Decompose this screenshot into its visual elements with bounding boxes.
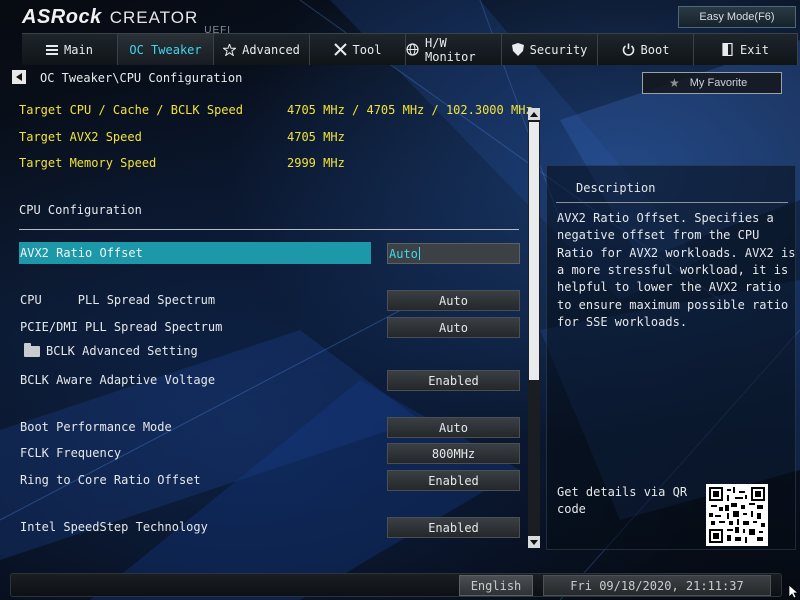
qr-caption-line: code bbox=[557, 502, 586, 516]
back-button[interactable] bbox=[12, 70, 26, 84]
breadcrumb: OC Tweaker\CPU Configuration bbox=[40, 71, 243, 85]
tab-security-label: Security bbox=[529, 42, 588, 57]
description-line: for SSE workloads. bbox=[557, 315, 688, 329]
list-icon bbox=[46, 44, 59, 55]
main-tab-bar: Main OC Tweaker Advanced Tool H/W Monito… bbox=[22, 33, 798, 65]
text-caret bbox=[418, 247, 420, 260]
tab-hw-monitor-label: H/W Monitor bbox=[425, 35, 476, 64]
my-favorite-button[interactable]: ★ My Favorite bbox=[642, 72, 782, 94]
boot-performance-mode-select[interactable]: Auto bbox=[387, 417, 520, 438]
description-line: helpful to lower the AVX2 ratio bbox=[557, 280, 781, 294]
date-time-display: Fri 09/18/2020, 21:11:37 bbox=[543, 575, 771, 596]
folder-icon bbox=[24, 343, 40, 357]
mouse-pointer-icon bbox=[788, 584, 799, 600]
star-icon bbox=[223, 43, 237, 56]
target-cpu-label: Target CPU / Cache / BCLK Speed bbox=[19, 103, 243, 117]
qr-caption-line: Get details via QR bbox=[557, 485, 688, 499]
intel-speedstep-select[interactable]: Enabled bbox=[387, 517, 520, 538]
tab-boot[interactable]: Boot bbox=[598, 34, 694, 65]
bclk-advanced-setting-link[interactable]: BCLK Advanced Setting bbox=[46, 344, 198, 358]
tab-main-label: Main bbox=[64, 42, 93, 57]
description-title: Description bbox=[576, 181, 656, 195]
tab-exit[interactable]: Exit bbox=[694, 34, 798, 65]
language-button[interactable]: English bbox=[459, 575, 533, 596]
option-speedstep-label[interactable]: Intel SpeedStep Technology bbox=[20, 520, 208, 534]
option-bclk-aware-label[interactable]: BCLK Aware Adaptive Voltage bbox=[20, 373, 215, 387]
option-fclk-frequency-label[interactable]: FCLK Frequency bbox=[20, 446, 121, 460]
favorite-star-icon: ★ bbox=[669, 76, 680, 90]
option-ring-to-core-label[interactable]: Ring to Core Ratio Offset bbox=[20, 473, 201, 487]
tab-oc-tweaker[interactable]: OC Tweaker bbox=[118, 34, 214, 65]
target-avx2-label: Target AVX2 Speed bbox=[19, 130, 142, 144]
tab-hw-monitor[interactable]: H/W Monitor bbox=[406, 34, 502, 65]
tab-security[interactable]: Security bbox=[502, 34, 598, 65]
scrollbar-thumb[interactable] bbox=[529, 122, 539, 380]
option-avx2-ratio-offset-label[interactable]: AVX2 Ratio Offset bbox=[20, 246, 143, 260]
section-divider bbox=[19, 229, 519, 230]
back-arrow-icon bbox=[16, 73, 22, 81]
exit-icon bbox=[722, 43, 734, 56]
section-title: CPU Configuration bbox=[19, 203, 142, 217]
target-memory-label: Target Memory Speed bbox=[19, 156, 157, 170]
description-line: to ensure maximum possible ratio bbox=[557, 298, 789, 312]
description-line: negative offset from the CPU bbox=[557, 228, 760, 242]
avx2-ratio-offset-input[interactable]: Auto bbox=[387, 243, 520, 264]
tools-icon bbox=[333, 43, 347, 56]
qr-code-icon bbox=[706, 484, 768, 546]
tab-oc-tweaker-label: OC Tweaker bbox=[129, 42, 202, 57]
description-line: a more stressful workload, it is bbox=[557, 263, 789, 277]
power-icon bbox=[622, 43, 635, 56]
option-cpu-pll-label[interactable]: CPU PLL Spread Spectrum bbox=[20, 293, 215, 307]
target-cpu-value: 4705 MHz / 4705 MHz / 102.3000 MHz bbox=[287, 103, 533, 117]
tab-exit-label: Exit bbox=[740, 42, 769, 57]
avx2-ratio-offset-value: Auto bbox=[389, 246, 418, 261]
arrow-down-icon bbox=[530, 539, 538, 545]
description-divider bbox=[556, 202, 788, 203]
description-line: AVX2 Ratio Offset. Specifies a bbox=[557, 211, 774, 225]
ring-to-core-ratio-offset-select[interactable]: Enabled bbox=[387, 470, 520, 491]
scroll-down-button[interactable] bbox=[528, 536, 540, 548]
option-pcie-dmi-pll-label[interactable]: PCIE/DMI PLL Spread Spectrum bbox=[20, 320, 222, 334]
my-favorite-label: My Favorite bbox=[689, 77, 748, 89]
product-name: CREATOR bbox=[109, 8, 199, 27]
fclk-frequency-select[interactable]: 800MHz bbox=[387, 443, 520, 464]
arrow-up-icon bbox=[530, 111, 538, 117]
scroll-up-button[interactable] bbox=[528, 108, 540, 120]
tab-main[interactable]: Main bbox=[22, 34, 118, 65]
cpu-pll-spread-spectrum-select[interactable]: Auto bbox=[387, 290, 520, 311]
option-boot-performance-label[interactable]: Boot Performance Mode bbox=[20, 420, 172, 434]
description-line: Ratio for AVX2 workloads. AVX2 is bbox=[557, 246, 796, 260]
pcie-dmi-pll-spread-spectrum-select[interactable]: Auto bbox=[387, 317, 520, 338]
easy-mode-button[interactable]: Easy Mode(F6) bbox=[678, 6, 796, 28]
tab-advanced-label: Advanced bbox=[242, 42, 300, 57]
brand-name: ASRock bbox=[22, 6, 102, 28]
asrock-logo: ASRock CREATOR UEFI bbox=[22, 6, 231, 36]
tab-boot-label: Boot bbox=[640, 42, 670, 57]
shield-icon bbox=[511, 43, 524, 56]
tab-tool-label: Tool bbox=[352, 42, 382, 57]
tab-advanced[interactable]: Advanced bbox=[214, 34, 310, 65]
target-avx2-value: 4705 MHz bbox=[287, 130, 345, 144]
globe-icon bbox=[406, 43, 419, 56]
bclk-aware-adaptive-voltage-select[interactable]: Enabled bbox=[387, 370, 520, 391]
tab-tool[interactable]: Tool bbox=[310, 34, 406, 65]
target-memory-value: 2999 MHz bbox=[287, 156, 345, 170]
